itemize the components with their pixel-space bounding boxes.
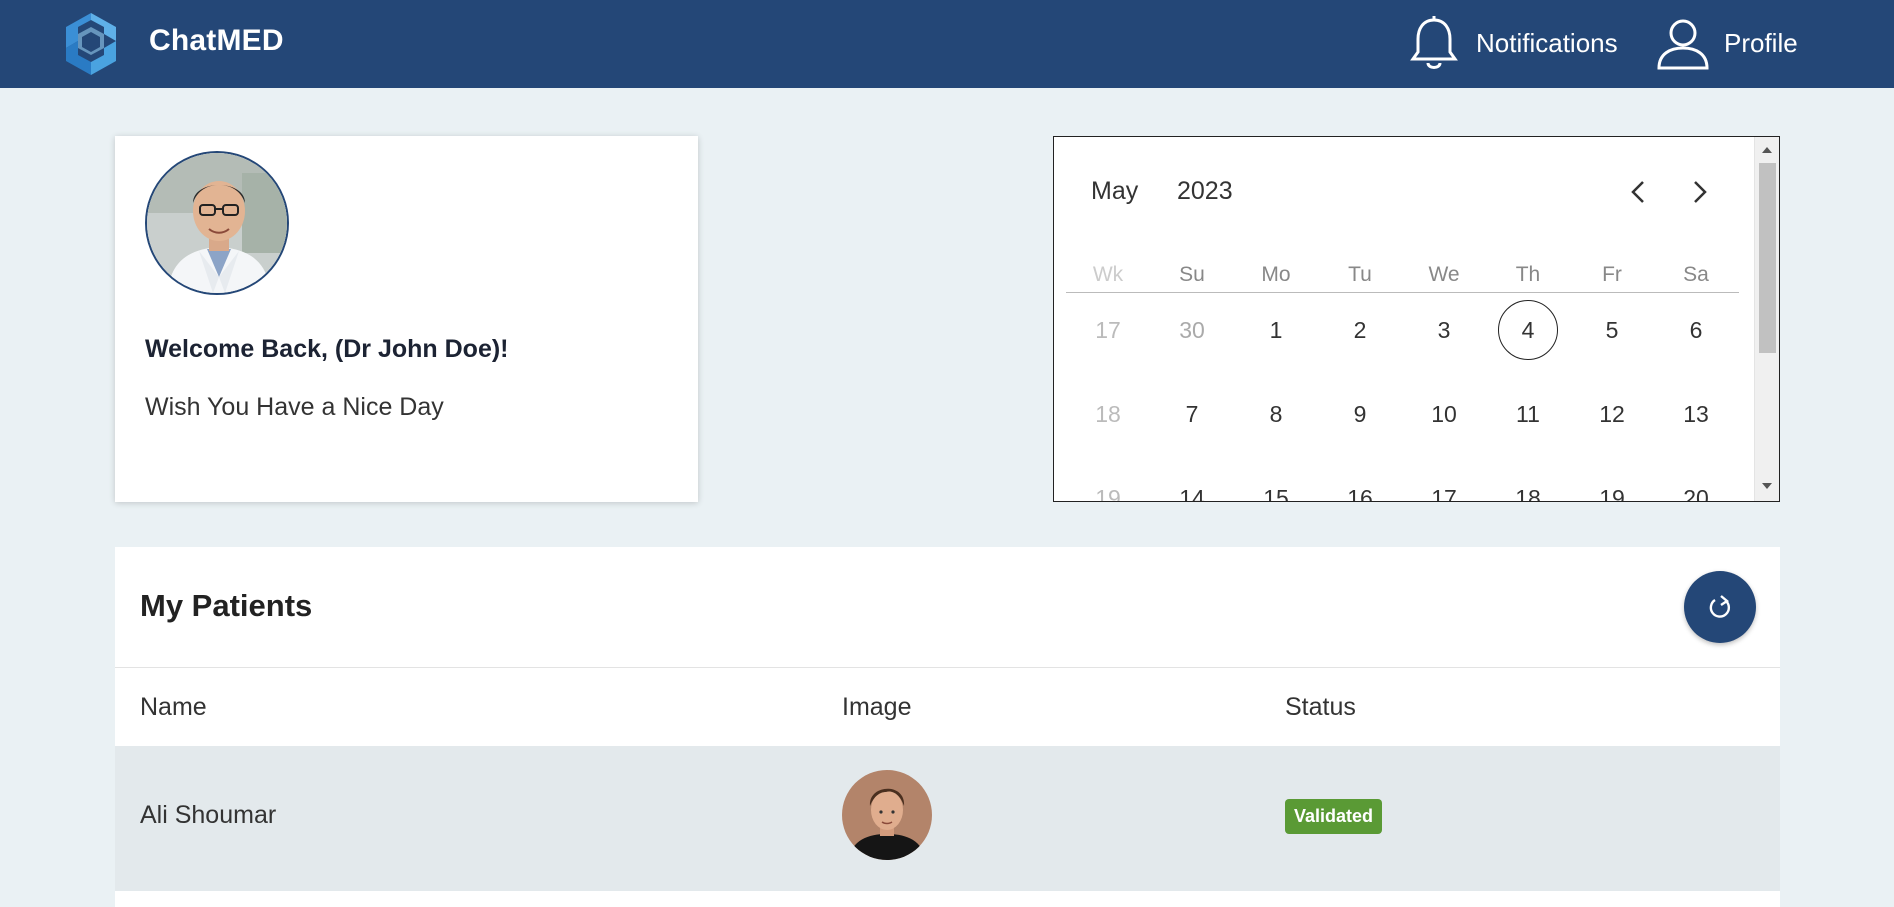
calendar-day[interactable]: 17: [1402, 485, 1486, 501]
calendar-day[interactable]: 14: [1150, 485, 1234, 501]
column-header-status[interactable]: Status: [1285, 693, 1356, 722]
patient-name: Ali Shoumar: [140, 801, 277, 829]
divider: [115, 667, 1780, 668]
user-icon: [1657, 19, 1709, 70]
calendar-day[interactable]: 19: [1570, 485, 1654, 501]
calendar-day[interactable]: 6: [1654, 317, 1738, 344]
calendar-day[interactable]: 15: [1234, 485, 1318, 501]
calendar-week-number: 17: [1095, 317, 1121, 343]
calendar-day[interactable]: 3: [1402, 317, 1486, 344]
table-row[interactable]: Ali Shoumar Validated: [115, 746, 1780, 891]
calendar-day[interactable]: 10: [1402, 401, 1486, 428]
calendar-day[interactable]: 18: [1486, 485, 1570, 501]
welcome-title: Welcome Back, (Dr John Doe)!: [145, 335, 509, 363]
weekday-mo: Mo: [1261, 263, 1291, 286]
scroll-down-arrow-icon[interactable]: [1762, 483, 1772, 489]
weekday-wk: Wk: [1092, 263, 1124, 286]
calendar-day[interactable]: 8: [1234, 401, 1318, 428]
calendar[interactable]: May 2023 Wk Su Mo Tu We Th Fr Sa 17 30 1 2 3…: [1053, 136, 1780, 502]
patient-avatar: [842, 770, 932, 860]
top-bar: ChatMED Notifications Profile: [0, 0, 1894, 88]
weekday-sa: Sa: [1683, 263, 1709, 286]
profile-link[interactable]: Profile: [1656, 14, 1798, 72]
status-badge: Validated: [1285, 799, 1383, 834]
notifications-link[interactable]: Notifications: [1410, 14, 1618, 72]
patients-title: My Patients: [140, 588, 313, 623]
calendar-day[interactable]: 30: [1150, 317, 1234, 344]
calendar-day[interactable]: 16: [1318, 485, 1402, 501]
profile-label: Profile: [1724, 27, 1798, 58]
calendar-day[interactable]: 20: [1654, 485, 1738, 501]
calendar-day[interactable]: 13: [1654, 401, 1738, 428]
column-header-image[interactable]: Image: [842, 693, 911, 722]
column-header-name[interactable]: Name: [140, 693, 207, 722]
calendar-day[interactable]: 9: [1318, 401, 1402, 428]
chevron-left-icon[interactable]: [1624, 177, 1654, 207]
refresh-button[interactable]: [1684, 571, 1756, 643]
calendar-day[interactable]: 1: [1234, 317, 1318, 344]
welcome-subtitle: Wish You Have a Nice Day: [145, 393, 444, 421]
weekday-su: Su: [1179, 263, 1205, 286]
scroll-thumb[interactable]: [1759, 163, 1776, 353]
calendar-day[interactable]: 7: [1150, 401, 1234, 428]
calendar-week-number: 19: [1095, 485, 1121, 502]
weekday-we: We: [1428, 263, 1460, 286]
brand-name: ChatMED: [149, 24, 284, 57]
calendar-weekday-header: Wk Su Mo Tu We Th Fr Sa: [1066, 253, 1739, 293]
weekday-th: Th: [1515, 263, 1541, 286]
notifications-label: Notifications: [1476, 27, 1618, 58]
bell-icon: [1410, 16, 1458, 69]
calendar-year[interactable]: 2023: [1177, 177, 1233, 206]
calendar-day[interactable]: 5: [1570, 317, 1654, 344]
calendar-scrollbar[interactable]: [1754, 137, 1779, 501]
calendar-month[interactable]: May: [1091, 177, 1138, 206]
calendar-day[interactable]: 2: [1318, 317, 1402, 344]
welcome-card: Welcome Back, (Dr John Doe)! Wish You Ha…: [115, 136, 698, 502]
my-patients-panel: My Patients Name Image Status Ali Shouma…: [115, 547, 1780, 907]
chevron-right-icon[interactable]: [1684, 177, 1714, 207]
refresh-icon: [1709, 595, 1731, 618]
doctor-avatar: [145, 151, 289, 295]
calendar-day[interactable]: 11: [1486, 401, 1570, 428]
chatmed-logo-icon[interactable]: [60, 11, 122, 77]
weekday-tu: Tu: [1348, 263, 1372, 286]
calendar-day[interactable]: 4: [1486, 317, 1570, 344]
weekday-fr: Fr: [1602, 263, 1622, 286]
scroll-up-arrow-icon[interactable]: [1762, 147, 1772, 153]
calendar-week-number: 18: [1095, 401, 1121, 427]
calendar-day[interactable]: 12: [1570, 401, 1654, 428]
